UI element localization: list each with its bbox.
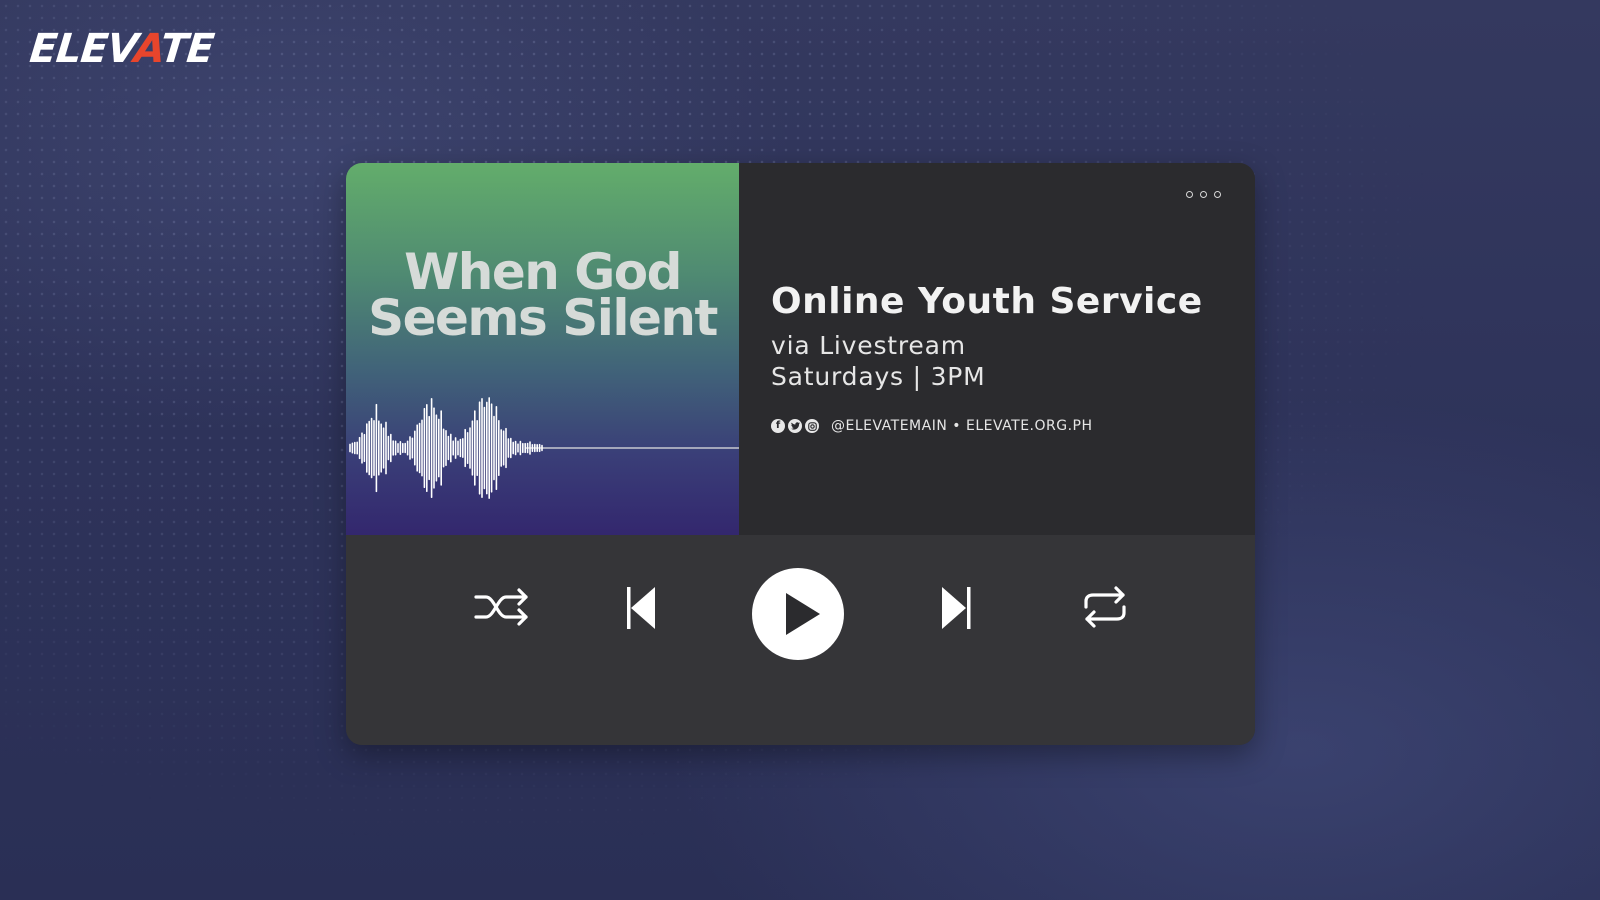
audio-waveform-graphic [349, 397, 739, 499]
social-handle[interactable]: @ELEVATEMAIN • ELEVATE.ORG.PH [831, 418, 1093, 434]
more-dots-icon [1214, 191, 1221, 198]
more-dots-icon [1186, 191, 1193, 198]
next-icon[interactable] [936, 585, 976, 631]
track-info-panel: Online Youth Service via Livestream Satu… [739, 163, 1255, 535]
twitter-icon[interactable] [788, 419, 802, 433]
repeat-icon[interactable] [1080, 583, 1130, 631]
more-options-button[interactable] [1186, 191, 1221, 198]
play-button[interactable] [752, 568, 844, 660]
media-player-card: When God Seems Silent Online Youth Servi… [346, 163, 1255, 745]
instagram-icon[interactable] [805, 419, 819, 433]
elevate-logo: ELEVATE [27, 26, 216, 72]
shuffle-icon[interactable] [472, 585, 532, 629]
previous-icon[interactable] [623, 585, 663, 631]
more-dots-icon [1200, 191, 1207, 198]
track-subtitle: via Livestream [771, 331, 966, 360]
facebook-icon[interactable]: f [771, 419, 785, 433]
track-schedule: Saturdays | 3PM [771, 362, 986, 391]
album-art: When God Seems Silent [346, 163, 739, 535]
play-icon [786, 593, 820, 635]
playback-controls [346, 535, 1255, 745]
social-links: f @ELEVATEMAIN • ELEVATE.ORG.PH [771, 418, 1093, 434]
track-title: Online Youth Service [771, 281, 1203, 322]
